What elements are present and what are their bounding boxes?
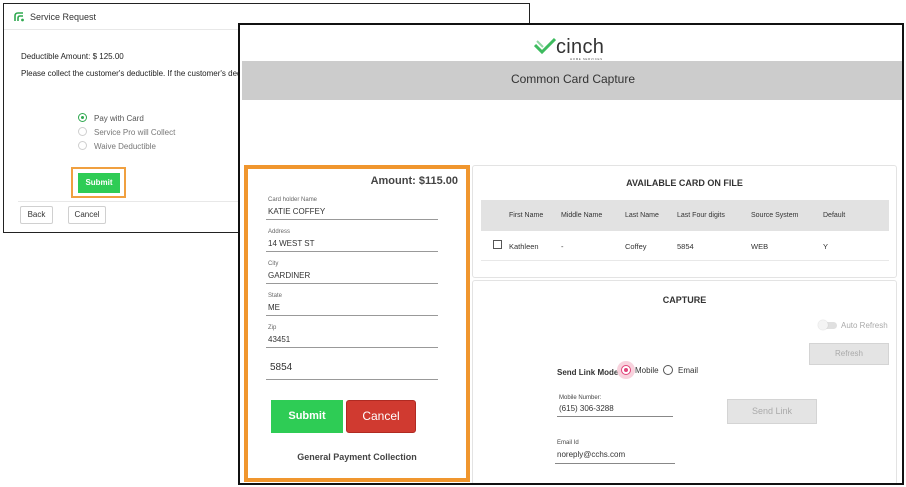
email-id-input[interactable]: noreply@cchs.com [557, 450, 625, 459]
waive-deductible-label: Waive Deductible [94, 142, 156, 151]
auto-refresh-toggle[interactable] [818, 320, 837, 330]
zip-input[interactable]: 43451 [268, 335, 290, 344]
col-first-name: First Name [509, 212, 544, 219]
card-last-name: Coffey [625, 242, 647, 251]
cardholder-name-input[interactable]: KATIE COFFEY [268, 207, 325, 216]
cards-row-divider [481, 260, 889, 261]
cardholder-name-underline [266, 219, 438, 220]
available-cards-panel: AVAILABLE CARD ON FILE First Name Middle… [472, 165, 897, 278]
mobile-number-input[interactable]: (615) 306-3288 [559, 404, 614, 413]
state-underline [266, 315, 438, 316]
col-middle-name: Middle Name [561, 212, 603, 219]
deductible-instruction-text: Please collect the customer's deductible… [21, 69, 246, 78]
state-label: State [268, 293, 283, 299]
email-option-label: Email [678, 366, 699, 375]
cinch-check-icon [534, 37, 556, 55]
card-source-system: WEB [751, 242, 769, 251]
capture-title: CAPTURE [662, 295, 707, 305]
zip-label: Zip [268, 325, 277, 331]
mobile-number-label: Mobile Number: [559, 395, 602, 401]
send-link-mode-label: Send Link Mode: [557, 368, 621, 377]
available-cards-title: AVAILABLE CARD ON FILE [626, 178, 743, 188]
card-last-four-input[interactable]: 5854 [270, 362, 292, 373]
col-default: Default [823, 212, 846, 219]
email-id-underline [555, 463, 675, 464]
auto-refresh-label: Auto Refresh [841, 321, 888, 330]
cardholder-name-label: Card holder Name [268, 197, 318, 203]
send-link-button[interactable]: Send Link [727, 399, 817, 424]
card-select-checkbox[interactable] [493, 240, 502, 249]
email-radio[interactable] [663, 365, 673, 375]
card-middle-name: - [561, 242, 564, 251]
address-input[interactable]: 14 WEST ST [268, 239, 315, 248]
city-label: City [268, 261, 279, 267]
pay-with-card-label: Pay with Card [94, 114, 144, 123]
deductible-amount-text: Deductible Amount: $ 125.00 [21, 52, 124, 61]
refresh-button[interactable]: Refresh [809, 343, 889, 365]
service-request-submit-button[interactable]: Submit [78, 173, 120, 193]
service-request-logo-icon [14, 12, 24, 22]
cards-table-header: First Name Middle Name Last Name Last Fo… [481, 200, 889, 231]
payment-cancel-button[interactable]: Cancel [346, 400, 416, 433]
page-title: Common Card Capture [510, 72, 636, 86]
mobile-radio[interactable] [621, 365, 631, 375]
card-last-four-underline [266, 379, 438, 380]
cinch-brand-name: cinch [556, 36, 605, 58]
general-payment-collection-label: General Payment Collection [297, 452, 417, 462]
state-input[interactable]: ME [268, 303, 280, 312]
address-underline [266, 251, 438, 252]
back-button[interactable]: Back [20, 206, 53, 224]
page-header: Common Card Capture [242, 61, 902, 100]
col-source-system: Source System [751, 212, 799, 219]
email-id-label: Email Id [557, 440, 579, 446]
city-input[interactable]: GARDINER [268, 271, 310, 280]
service-request-title: Service Request [30, 12, 97, 22]
city-underline [266, 283, 438, 284]
card-last-four: 5854 [677, 242, 694, 251]
col-last-name: Last Name [625, 212, 659, 219]
zip-underline [266, 347, 438, 348]
service-request-cancel-button[interactable]: Cancel [68, 206, 106, 224]
payment-submit-button[interactable]: Submit [271, 400, 343, 433]
cinch-logo: cinch HOME SERVICES [534, 35, 614, 61]
pay-with-card-radio[interactable] [78, 113, 87, 122]
address-label: Address [268, 229, 291, 235]
waive-deductible-radio[interactable] [78, 141, 87, 150]
mobile-number-underline [557, 416, 673, 417]
card-default: Y [823, 242, 829, 251]
col-last-four: Last Four digits [677, 212, 725, 219]
payment-amount: Amount: $115.00 [370, 175, 458, 187]
service-pro-collect-radio[interactable] [78, 127, 87, 136]
mobile-option-label: Mobile [635, 366, 659, 375]
card-first-name: Kathleen [509, 242, 539, 251]
service-pro-collect-label: Service Pro will Collect [94, 128, 176, 137]
common-card-capture-window: cinch HOME SERVICES Common Card Capture … [238, 23, 904, 485]
capture-panel: CAPTURE Auto Refresh Refresh Send Link M… [472, 280, 897, 483]
payment-panel: Amount: $115.00 Card holder Name KATIE C… [244, 165, 470, 482]
